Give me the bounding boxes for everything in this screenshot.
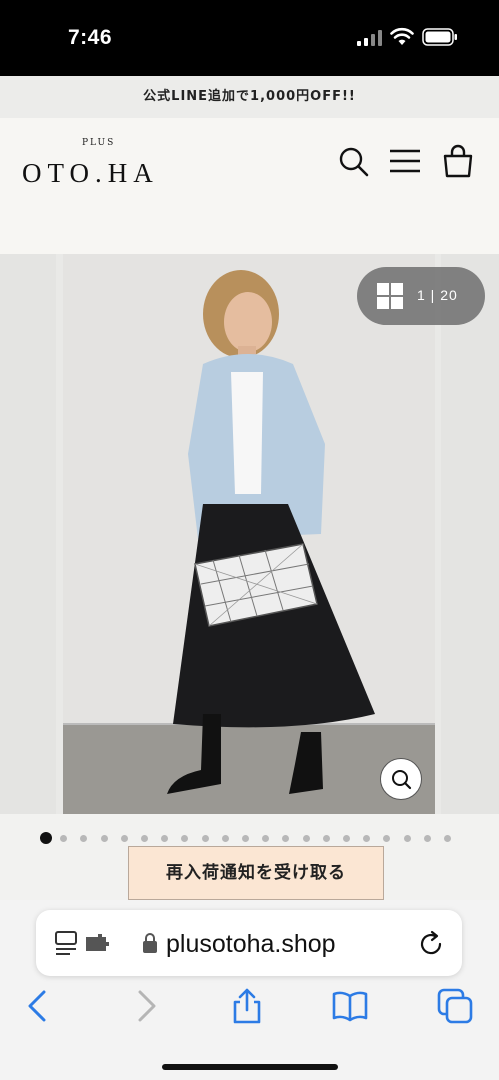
pagination-dot[interactable]: [181, 835, 189, 842]
address-bar[interactable]: plusotoha.shop: [36, 910, 462, 976]
forward-icon[interactable]: [128, 988, 164, 1024]
pagination-dot[interactable]: [120, 835, 128, 842]
line-promo-banner[interactable]: 公式LINE追加で1,000円OFF!!: [0, 76, 499, 118]
pagination-dot[interactable]: [201, 835, 209, 842]
back-icon[interactable]: [20, 988, 56, 1024]
grid-view-icon: [377, 283, 403, 309]
pagination-dot[interactable]: [444, 835, 451, 842]
previous-slide-peek[interactable]: [0, 254, 56, 814]
search-icon[interactable]: [336, 144, 370, 178]
share-icon[interactable]: [229, 988, 265, 1024]
gallery-pagination: [36, 832, 466, 846]
reload-icon[interactable]: [418, 930, 446, 958]
pagination-dot[interactable]: [403, 835, 411, 842]
pagination-dot[interactable]: [322, 835, 330, 842]
pagination-dot[interactable]: [100, 835, 108, 842]
menu-icon[interactable]: [388, 144, 422, 178]
home-indicator: [162, 1064, 338, 1070]
logo-text: OTO.HA: [22, 158, 159, 188]
status-bar: 7:46: [0, 0, 499, 76]
pagination-dot[interactable]: [423, 835, 431, 842]
pagination-dot[interactable]: [363, 835, 371, 842]
pagination-dot[interactable]: [221, 835, 229, 842]
product-image-gallery[interactable]: 1 | 20: [0, 254, 499, 814]
pagination-dot[interactable]: [80, 835, 88, 842]
pagination-dot[interactable]: [242, 835, 249, 842]
pagination-dot[interactable]: [60, 835, 68, 842]
restock-notification-button[interactable]: 再入荷通知を受け取る: [128, 846, 384, 900]
lock-icon: [143, 933, 157, 953]
shopping-bag-icon[interactable]: [441, 144, 475, 178]
restock-label: 再入荷通知を受け取る: [166, 863, 346, 883]
page-menu-icon[interactable]: [54, 930, 112, 956]
header-spacer: [0, 198, 499, 254]
bookmarks-icon[interactable]: [332, 988, 368, 1024]
image-counter-button[interactable]: 1 | 20: [357, 267, 485, 325]
tabs-icon[interactable]: [437, 988, 473, 1024]
zoom-button[interactable]: [380, 758, 422, 800]
pagination-dot[interactable]: [383, 835, 391, 842]
product-photo[interactable]: [63, 254, 435, 814]
browser-toolbar: plusotoha.shop: [0, 900, 499, 1080]
pagination-dot[interactable]: [40, 832, 52, 844]
pagination-dot[interactable]: [161, 835, 169, 842]
pagination-dot[interactable]: [343, 835, 350, 842]
pagination-dot[interactable]: [282, 835, 290, 842]
next-slide-peek[interactable]: [441, 254, 499, 814]
url-text: plusotoha.shop: [166, 930, 336, 958]
site-header: PLUS OTO.HA: [0, 118, 499, 254]
cellular-signal-icon: [357, 30, 382, 46]
battery-icon: [422, 28, 457, 46]
zoom-icon: [392, 770, 412, 790]
pagination-dot[interactable]: [262, 835, 270, 842]
image-counter-text: 1 | 20: [417, 287, 458, 303]
status-time: 7:46: [68, 26, 113, 49]
model-photo-illustration: [63, 254, 435, 814]
wifi-icon: [390, 27, 414, 45]
pagination-dot[interactable]: [302, 835, 310, 842]
pagination-dot[interactable]: [141, 835, 148, 842]
promo-text: 公式LINE追加で1,000円OFF!!: [143, 89, 356, 104]
logo-small-text: PLUS: [82, 138, 116, 148]
